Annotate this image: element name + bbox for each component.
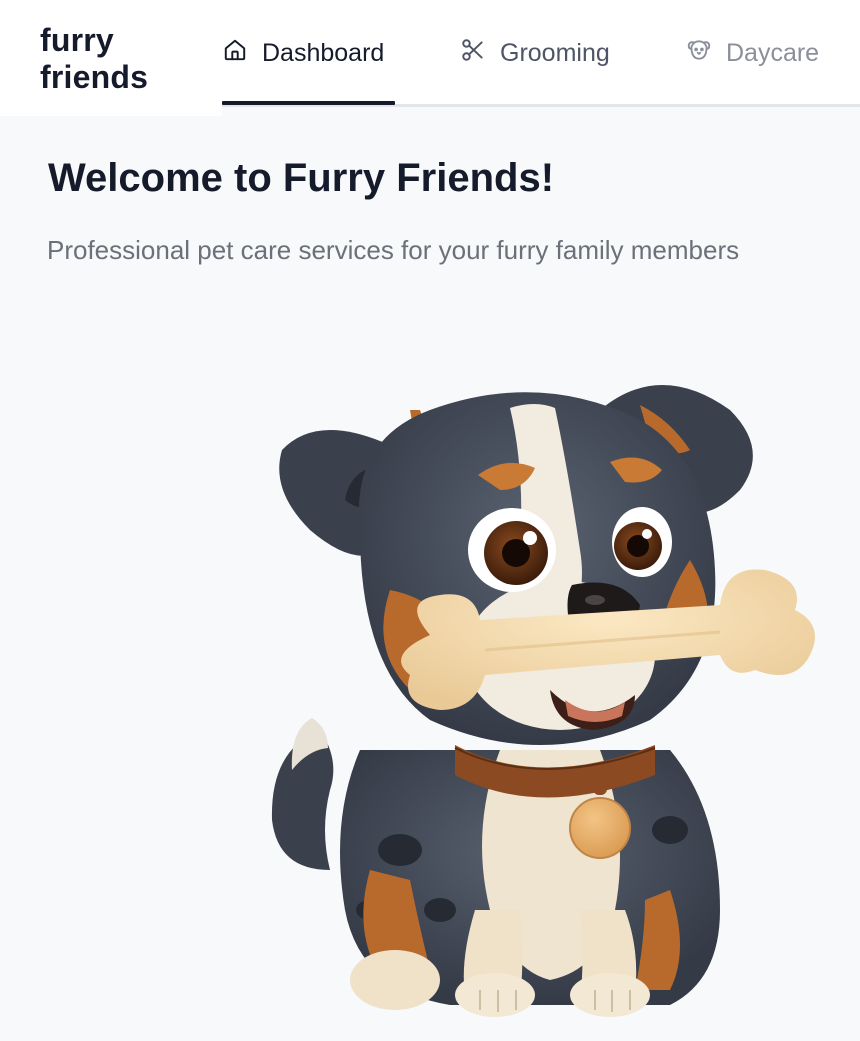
tab-dashboard-label: Dashboard — [262, 39, 385, 67]
brand-area: furry friends — [0, 0, 222, 116]
puppy-with-bone-illustration — [250, 350, 830, 1030]
page-title: Welcome to Furry Friends! — [48, 154, 554, 202]
title-brand: Furry Friends — [282, 156, 541, 200]
nav-tabs: Dashboard Grooming Daycare — [222, 0, 860, 107]
tab-dashboard[interactable]: Dashboard — [222, 0, 395, 107]
home-icon — [222, 37, 248, 70]
tab-daycare[interactable]: Daycare — [686, 0, 819, 107]
tab-grooming-label: Grooming — [500, 39, 610, 67]
scissors-icon — [460, 37, 486, 70]
title-suffix: ! — [540, 156, 555, 200]
active-tab-indicator — [222, 101, 395, 105]
tab-grooming[interactable]: Grooming — [460, 0, 610, 107]
tab-daycare-label: Daycare — [726, 39, 820, 67]
brand-logo[interactable]: furry friends — [40, 22, 148, 96]
dog-face-icon — [686, 37, 712, 70]
top-bar: furry friends Dashboard Grooming Daycare — [0, 0, 860, 116]
brand-line-1: furry — [40, 22, 114, 58]
page-subtitle: Professional pet care services for your … — [47, 235, 740, 265]
title-prefix: Welcome to — [48, 156, 283, 200]
brand-line-2: friends — [40, 59, 149, 95]
